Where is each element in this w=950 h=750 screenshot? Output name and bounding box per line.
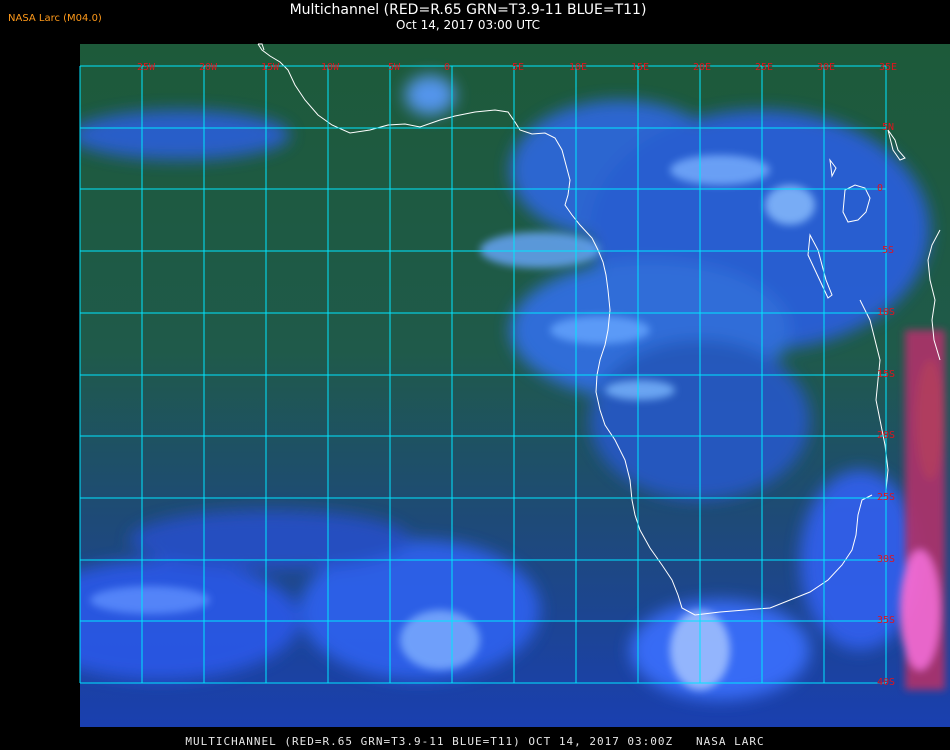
lat-label: 40S: [877, 677, 895, 688]
lon-label: 20W: [199, 62, 218, 73]
lon-label: 25W: [137, 62, 156, 73]
lon-label: 35E: [879, 62, 897, 73]
lat-label: 10S: [877, 307, 895, 318]
lat-label: 5N: [882, 122, 894, 133]
lon-label: 20E: [693, 62, 711, 73]
lat-label: 0: [877, 183, 883, 194]
lon-label: 5W: [388, 62, 401, 73]
satellite-map: 25W 20W 15W 10W 5W 0 5E 10E 15E 20E 25E …: [79, 43, 950, 727]
lon-label: 15E: [631, 62, 649, 73]
lon-label: 30E: [817, 62, 835, 73]
lon-label: 5E: [512, 62, 524, 73]
lon-label: 15W: [261, 62, 280, 73]
footer-caption: MULTICHANNEL (RED=R.65 GRN=T3.9-11 BLUE=…: [185, 735, 765, 748]
lon-label: 10E: [569, 62, 587, 73]
lat-label: 30S: [877, 554, 895, 565]
lat-label: 5S: [882, 245, 894, 256]
lat-label: 20S: [877, 430, 895, 441]
lat-label: 15S: [877, 369, 895, 380]
lat-label: 25S: [877, 492, 895, 503]
lon-label: 0: [444, 62, 450, 73]
imagery-layer: [80, 44, 950, 727]
lat-label: 35S: [877, 615, 895, 626]
lon-label: 10W: [321, 62, 340, 73]
lon-label: 25E: [755, 62, 773, 73]
